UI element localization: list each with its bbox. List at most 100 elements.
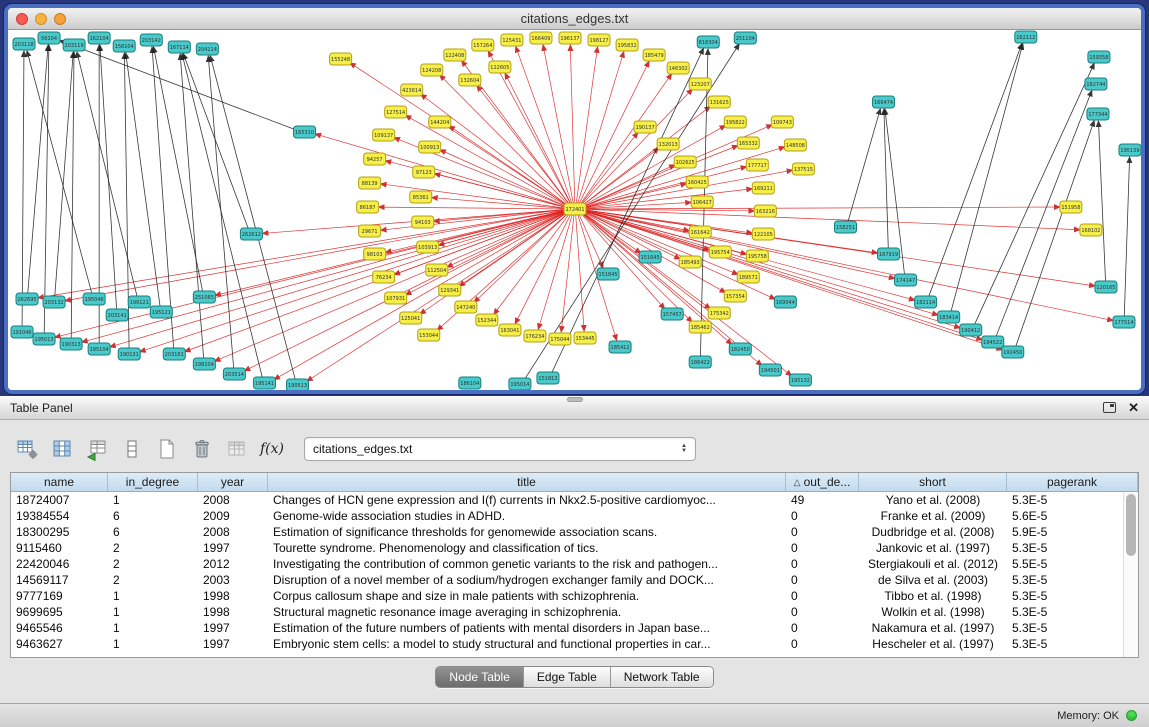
graph-node[interactable]: 175044 <box>549 333 571 345</box>
graph-node[interactable]: 195132 <box>789 374 811 386</box>
graph-node[interactable]: 165332 <box>737 137 759 149</box>
graph-node[interactable]: 175342 <box>708 307 730 319</box>
table-row[interactable]: 969969511998Structural magnetic resonanc… <box>11 604 1123 620</box>
graph-node[interactable]: 195014 <box>509 378 531 390</box>
graph-node[interactable]: 125431 <box>501 34 523 46</box>
table-row[interactable]: 1830029562008Estimation of significance … <box>11 524 1123 540</box>
window-minimize-button[interactable] <box>35 13 47 25</box>
columns-visibility-button[interactable] <box>49 436 75 462</box>
graph-node[interactable]: 146302 <box>667 62 689 74</box>
graph-node[interactable]: 195104 <box>88 343 110 355</box>
table-row[interactable]: 977716911998Corpus callosum shape and si… <box>11 588 1123 604</box>
graph-node[interactable]: 203141 <box>106 309 128 321</box>
graph-node[interactable]: 137515 <box>792 163 814 175</box>
graph-node[interactable]: 262695 <box>16 293 38 305</box>
graph-node[interactable]: 29671 <box>359 225 381 237</box>
graph-node[interactable]: 196137 <box>559 32 581 44</box>
graph-node[interactable]: 195141 <box>253 377 275 389</box>
graph-node[interactable]: 153445 <box>574 332 596 344</box>
table-mode-button[interactable] <box>14 436 40 462</box>
graph-node[interactable]: 190513 <box>286 379 308 390</box>
graph-node[interactable]: 151958 <box>1060 201 1082 213</box>
graph-node[interactable]: 151645 <box>639 251 661 263</box>
graph-node[interactable]: 165310 <box>294 126 316 138</box>
graph-node[interactable]: 163216 <box>754 205 776 217</box>
graph-node[interactable]: 162112 <box>1015 31 1037 43</box>
graph-node[interactable]: 195832 <box>616 39 638 51</box>
graph-node[interactable]: 98103 <box>364 248 386 260</box>
graph-node[interactable]: 203142 <box>140 34 162 46</box>
graph-node[interactable]: 185493 <box>679 256 701 268</box>
column-header-in_degree[interactable]: in_degree <box>108 473 198 491</box>
graph-node[interactable]: 185479 <box>643 49 665 61</box>
graph-node[interactable]: 183414 <box>938 311 960 323</box>
new-table-button[interactable] <box>154 436 180 462</box>
network-canvas[interactable]: 1724011242084236141275141091379425788139… <box>8 30 1141 390</box>
window-titlebar[interactable]: citations_edges.txt <box>8 8 1141 30</box>
graph-node[interactable]: 167114 <box>168 41 190 53</box>
graph-node[interactable]: 190131 <box>118 348 140 360</box>
graph-node[interactable]: 190313 <box>60 338 82 350</box>
delete-table-button[interactable] <box>189 436 215 462</box>
graph-node[interactable]: 94257 <box>364 153 386 165</box>
graph-node[interactable]: 423614 <box>401 84 423 96</box>
column-header-year[interactable]: year <box>198 473 268 491</box>
graph-node[interactable]: 129341 <box>439 284 461 296</box>
table-panel-titlebar[interactable]: Table Panel ✕ <box>0 396 1149 420</box>
graph-node[interactable]: 112504 <box>426 264 448 276</box>
graph-node[interactable]: 76234 <box>373 271 395 283</box>
graph-node[interactable]: 195822 <box>724 116 746 128</box>
graph-node[interactable]: 172401 <box>564 203 586 215</box>
graph-node[interactable]: 169044 <box>774 296 796 308</box>
tab-network-table[interactable]: Network Table <box>610 667 713 687</box>
table-vertical-scrollbar[interactable] <box>1123 492 1138 657</box>
graph-node[interactable]: 122605 <box>489 61 511 73</box>
graph-node[interactable]: 131625 <box>708 96 730 108</box>
graph-node[interactable]: 97123 <box>413 166 435 178</box>
graph-node[interactable]: 160425 <box>686 176 708 188</box>
import-table-button[interactable] <box>224 436 250 462</box>
graph-node[interactable]: 157354 <box>724 290 746 302</box>
graph-node[interactable]: 176234 <box>524 330 546 342</box>
graph-node[interactable]: 163041 <box>499 324 521 336</box>
graph-node[interactable]: 132013 <box>657 138 679 150</box>
graph-node[interactable]: 132604 <box>459 74 481 86</box>
table-row[interactable]: 911546021997Tourette syndrome. Phenomeno… <box>11 540 1123 556</box>
graph-node[interactable]: 106427 <box>691 196 713 208</box>
graph-node[interactable]: 195121 <box>150 306 172 318</box>
graph-node[interactable]: 159358 <box>1088 51 1110 63</box>
graph-node[interactable]: 194501 <box>759 364 781 376</box>
graph-node[interactable]: 151845 <box>597 268 619 280</box>
graph-node[interactable]: 195758 <box>746 250 768 262</box>
graph-node[interactable]: 169211 <box>752 182 774 194</box>
graph-node[interactable]: 182114 <box>915 296 937 308</box>
graph-node[interactable]: 195754 <box>709 246 731 258</box>
graph-node[interactable]: 177514 <box>1113 316 1135 328</box>
graph-node[interactable]: 109137 <box>373 129 395 141</box>
column-header-out_degree[interactable]: △out_de... <box>786 473 859 491</box>
graph-node[interactable]: 191046 <box>11 326 33 338</box>
graph-node[interactable]: 186104 <box>459 377 481 389</box>
table-row[interactable]: 1872400712008Changes of HCN gene express… <box>11 492 1123 508</box>
table-row[interactable]: 1938455462009Genome-wide association stu… <box>11 508 1123 524</box>
graph-node[interactable]: 124208 <box>421 64 443 76</box>
graph-node[interactable]: 151813 <box>537 372 559 384</box>
graph-node[interactable]: 162104 <box>88 32 110 44</box>
graph-node[interactable]: 122408 <box>444 49 466 61</box>
graph-node[interactable]: 152344 <box>476 314 498 326</box>
graph-node[interactable]: 107931 <box>385 292 407 304</box>
graph-node[interactable]: 177344 <box>1087 108 1109 120</box>
graph-node[interactable]: 203132 <box>43 296 65 308</box>
graph-node[interactable]: 195139 <box>1119 144 1141 156</box>
graph-node[interactable]: 203118 <box>13 38 35 50</box>
graph-node[interactable]: 122105 <box>752 228 774 240</box>
graph-node[interactable]: 818304 <box>697 36 719 48</box>
graph-node[interactable]: 251065 <box>193 291 215 303</box>
graph-node[interactable]: 198127 <box>588 34 610 46</box>
graph-node[interactable]: 195046 <box>83 293 105 305</box>
graph-node[interactable]: 199121 <box>128 296 150 308</box>
graph-node[interactable]: 157457 <box>661 308 683 320</box>
graph-node[interactable]: 100913 <box>419 141 441 153</box>
close-panel-icon[interactable]: ✕ <box>1128 401 1139 414</box>
graph-node[interactable]: 86187 <box>357 201 379 213</box>
